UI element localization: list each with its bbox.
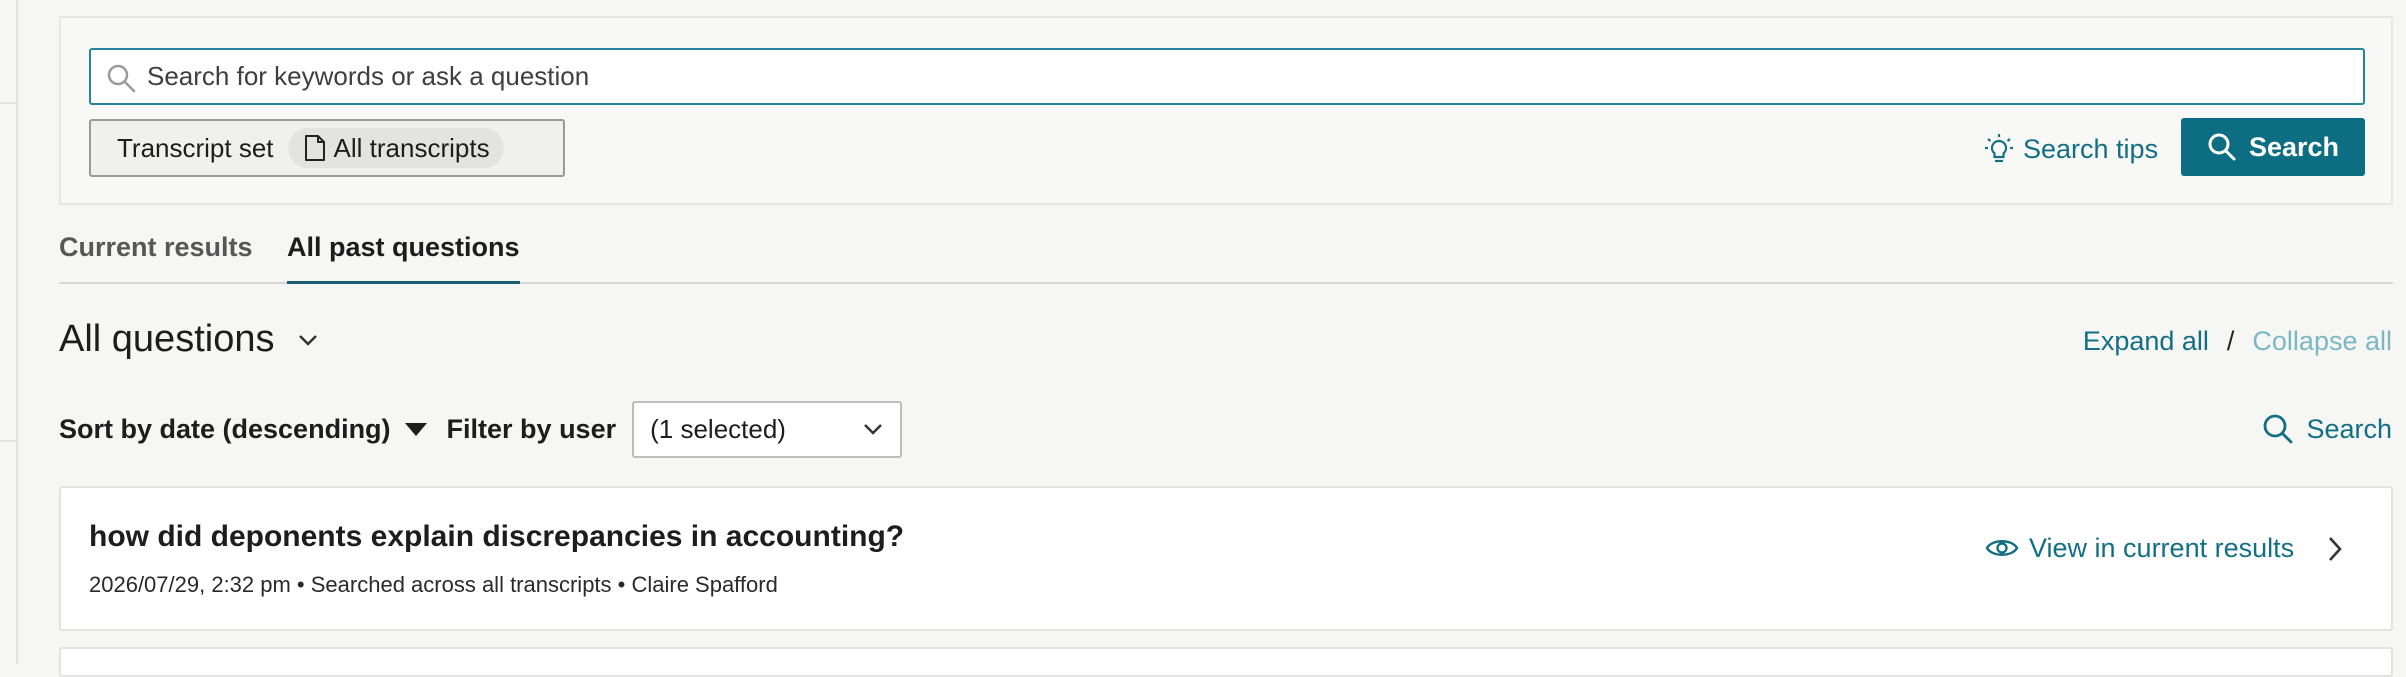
sort-dropdown[interactable]: Sort by date (descending) <box>59 414 391 445</box>
transcript-set-chip: All transcripts <box>287 128 504 168</box>
eye-icon <box>1985 540 2019 556</box>
filter-label: Filter by user <box>446 413 617 444</box>
search-icon <box>2264 414 2293 444</box>
question-card[interactable] <box>59 647 2393 677</box>
search-tips-link[interactable]: Search tips <box>1985 131 2158 167</box>
document-icon <box>304 135 325 161</box>
view-in-current-results-label: View in current results <box>2029 532 2295 563</box>
tab-current-results[interactable]: Current results <box>59 232 253 281</box>
search-tips-label: Search tips <box>2023 133 2159 164</box>
rail-divider <box>0 102 16 104</box>
questions-search-label: Search <box>2306 413 2392 444</box>
chevron-right-icon[interactable] <box>2325 534 2345 564</box>
lightbulb-icon <box>1985 134 2013 163</box>
results-tabs: Current results All past questions <box>59 230 2393 284</box>
questions-heading-dropdown[interactable]: All questions <box>59 318 320 361</box>
question-meta: 2026/07/29, 2:32 pm • Searched across al… <box>89 572 778 597</box>
chevron-down-icon <box>864 424 882 435</box>
expand-collapse-controls: Expand all / Collapse all <box>2083 326 2392 357</box>
collapse-all-link[interactable]: Collapse all <box>2252 326 2392 357</box>
transcript-set-label: Transcript set <box>117 132 274 163</box>
rail-divider <box>0 440 16 442</box>
question-text: how did deponents explain discrepancies … <box>89 520 905 553</box>
search-input[interactable] <box>147 54 2347 99</box>
search-icon <box>2208 133 2236 161</box>
transcript-set-button[interactable]: Transcript set All transcripts <box>89 119 565 177</box>
tab-all-past-questions[interactable]: All past questions <box>287 232 520 284</box>
chevron-down-icon <box>299 334 318 346</box>
expand-all-link[interactable]: Expand all <box>2083 326 2209 357</box>
view-in-current-results-link[interactable]: View in current results <box>1985 530 2294 566</box>
search-icon <box>107 64 136 93</box>
questions-search-link[interactable]: Search <box>2262 410 2392 448</box>
separator: / <box>2226 326 2235 356</box>
caret-down-icon[interactable] <box>404 422 427 436</box>
search-button[interactable]: Search <box>2181 118 2365 176</box>
transcript-set-value: All transcripts <box>333 132 490 163</box>
search-button-label: Search <box>2248 131 2340 162</box>
user-filter-value: (1 selected) <box>650 413 786 444</box>
user-filter-select[interactable]: (1 selected) <box>632 400 903 458</box>
sort-filter-row: Sort by date (descending) Filter by user… <box>59 400 903 458</box>
question-card[interactable]: how did deponents explain discrepancies … <box>59 486 2393 631</box>
search-panel: Transcript set All transcripts Search ti… <box>59 16 2393 205</box>
left-rail <box>0 0 18 664</box>
page-title: All questions <box>59 318 275 360</box>
search-box[interactable] <box>89 48 2365 105</box>
